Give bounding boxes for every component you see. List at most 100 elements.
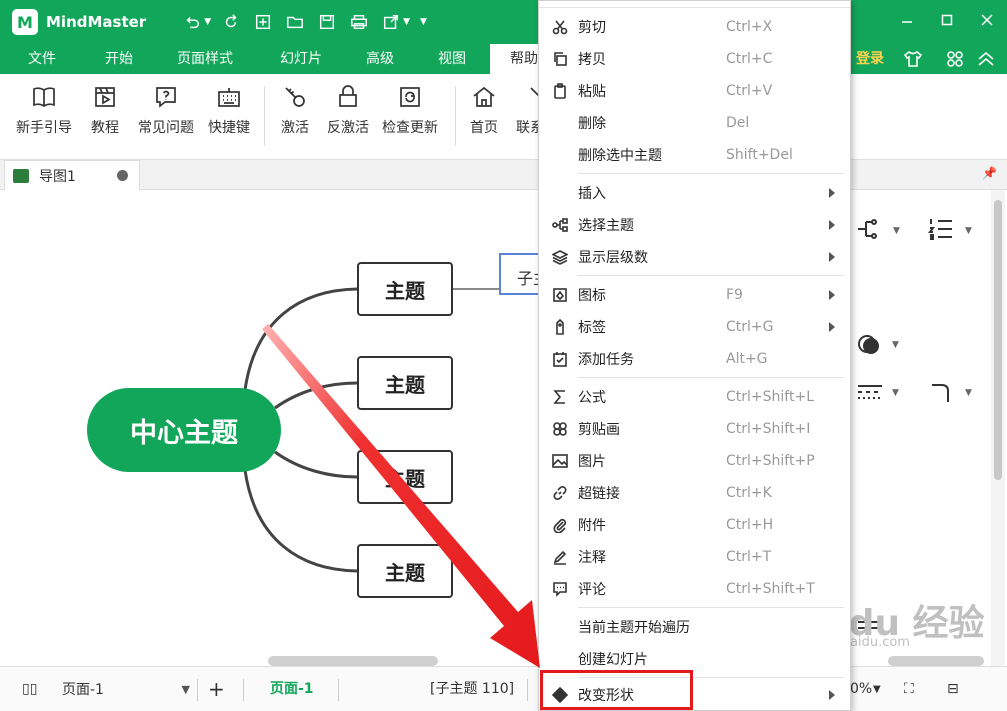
shortcuts-button[interactable]: 快捷键 <box>208 84 250 137</box>
chevron-down-icon[interactable]: ▼ <box>965 388 972 398</box>
main-topic[interactable]: 主题 <box>357 544 453 598</box>
menu-item-delete-selected[interactable]: 删除选中主题 Shift+Del <box>539 139 850 171</box>
ribbon-label: 教程 <box>91 120 119 136</box>
menu-item-traverse[interactable]: 当前主题开始遍历 <box>539 611 850 643</box>
home-button[interactable]: 首页 <box>470 84 498 137</box>
menu-item-clipart[interactable]: 剪贴画 Ctrl+Shift+I <box>539 413 850 445</box>
theme-button[interactable] <box>903 49 923 69</box>
menu-item-hyperlink[interactable]: 超链接 Ctrl+K <box>539 477 850 509</box>
menu-item-show-levels[interactable]: 显示层级数 <box>539 241 850 273</box>
doc-tab[interactable]: 导图1 <box>4 160 140 190</box>
collapse-ribbon-button[interactable] <box>976 49 996 69</box>
sigma-icon <box>553 390 565 404</box>
tab-advanced[interactable]: 高级 <box>366 44 394 74</box>
tab-file[interactable]: 文件 <box>28 44 56 74</box>
customize-toolbar-icon[interactable]: ▼ <box>420 17 427 27</box>
zoom-level[interactable]: 0% <box>850 667 872 711</box>
ribbon: 新手引导 教程 常见问题 快捷键 激活 反激活 检查更新 首页 联系 <box>0 74 1007 160</box>
page-tab-active[interactable]: 页面-1 <box>270 667 314 711</box>
menu-item-copy[interactable]: 拷贝 Ctrl+C <box>539 43 850 75</box>
close-button[interactable] <box>967 0 1007 40</box>
chevron-down-icon[interactable]: ▼ <box>892 388 899 398</box>
shape-fill-button[interactable] <box>857 332 881 360</box>
menu-item-insert[interactable]: 插入 <box>539 177 850 209</box>
chevron-down-icon: ▼ <box>181 683 190 696</box>
print-button[interactable] <box>347 10 371 34</box>
faq-button[interactable]: 常见问题 <box>138 84 194 137</box>
menu-item-image[interactable]: 图片 Ctrl+Shift+P <box>539 445 850 477</box>
horizontal-scrollbar-thumb[interactable] <box>268 656 438 666</box>
scissors-icon <box>552 20 568 35</box>
chevron-down-icon[interactable]: ▼ <box>873 667 881 711</box>
main-topic[interactable]: 主题 <box>357 450 453 504</box>
undo-dropdown-icon[interactable]: ▼ <box>204 17 211 27</box>
numbering-button[interactable] <box>928 216 954 246</box>
menu-item-note[interactable]: 注释 Ctrl+T <box>539 541 850 573</box>
submenu-arrow-icon <box>829 290 835 300</box>
export-icon <box>384 14 399 30</box>
save-button[interactable] <box>315 10 339 34</box>
tutorial-button[interactable]: 教程 <box>91 84 119 137</box>
menu-item-delete[interactable]: 删除 Del <box>539 107 850 139</box>
add-page-button[interactable]: + <box>208 667 225 711</box>
menu-divider <box>539 7 850 8</box>
maximize-button[interactable] <box>927 0 967 40</box>
tab-view[interactable]: 视图 <box>438 44 466 74</box>
deactivate-button[interactable]: 反激活 <box>327 84 369 137</box>
activate-button[interactable]: 激活 <box>281 84 309 137</box>
chevron-down-icon[interactable]: ▼ <box>893 226 900 236</box>
login-link[interactable]: 登录 <box>856 44 884 74</box>
branch-layout-icon <box>858 219 877 239</box>
minimize-icon <box>902 21 912 23</box>
tab-start[interactable]: 开始 <box>105 44 133 74</box>
menu-item-attachment[interactable]: 附件 Ctrl+H <box>539 509 850 541</box>
chevron-down-icon[interactable]: ▼ <box>965 226 972 236</box>
menu-item-tag[interactable]: 标签 Ctrl+G <box>539 311 850 343</box>
check-update-button[interactable]: 检查更新 <box>382 84 438 137</box>
pin-icon[interactable]: 📌 <box>982 166 997 180</box>
main-topic[interactable]: 主题 <box>357 262 453 316</box>
context-menu: 剪切 Ctrl+X 拷贝 Ctrl+C 粘贴 Ctrl+V 删除 Del 删除选… <box>538 0 851 711</box>
menu-item-cut[interactable]: 剪切 Ctrl+X <box>539 11 850 43</box>
page-select[interactable]: 页面-1 ▼ <box>62 677 196 703</box>
apps-button[interactable] <box>945 49 965 69</box>
corner-style-button[interactable] <box>928 380 954 408</box>
menu-item-label: 选择主题 <box>578 218 634 234</box>
export-dropdown-icon[interactable]: ▼ <box>403 17 410 27</box>
menu-item-add-task[interactable]: 添加任务 Alt+G <box>539 343 850 375</box>
scrollbar-thumb[interactable] <box>994 200 1002 480</box>
menu-item-label: 剪贴画 <box>578 422 620 438</box>
line-style-icon <box>858 385 882 399</box>
paste-icon <box>554 83 566 99</box>
numbered-list-icon <box>928 219 952 240</box>
export-button[interactable] <box>379 10 403 34</box>
minimize-button[interactable] <box>887 0 927 40</box>
tab-page-style[interactable]: 页面样式 <box>177 44 233 74</box>
central-topic[interactable]: 中心主题 <box>87 388 281 472</box>
menu-divider <box>578 173 844 174</box>
chevron-down-icon[interactable]: ▼ <box>892 340 899 350</box>
tab-slides[interactable]: 幻灯片 <box>280 44 322 74</box>
menu-item-icon[interactable]: 图标 F9 <box>539 279 850 311</box>
beginner-guide-button[interactable]: 新手引导 <box>16 84 72 137</box>
page-panel-icon[interactable]: ▯▯ <box>22 667 37 711</box>
vertical-scrollbar[interactable] <box>991 190 1005 666</box>
layout-button[interactable] <box>856 218 882 244</box>
new-button[interactable] <box>251 10 275 34</box>
window-controls <box>887 0 1007 40</box>
menu-item-formula[interactable]: 公式 Ctrl+Shift+L <box>539 381 850 413</box>
redo-button[interactable] <box>219 10 243 34</box>
ribbon-divider <box>264 86 265 146</box>
border-style-button[interactable] <box>856 382 884 406</box>
menu-item-shortcut: Ctrl+Shift+L <box>726 389 814 405</box>
menu-item-select-topic[interactable]: 选择主题 <box>539 209 850 241</box>
menu-item-comment[interactable]: 评论 Ctrl+Shift+T <box>539 573 850 605</box>
main-topic[interactable]: 主题 <box>357 356 453 410</box>
open-button[interactable] <box>283 10 307 34</box>
menu-item-paste[interactable]: 粘贴 Ctrl+V <box>539 75 850 107</box>
horizontal-scrollbar-thumb[interactable] <box>888 656 984 666</box>
full-screen-icon[interactable]: ⊟ <box>947 667 959 711</box>
undo-button[interactable] <box>180 10 204 34</box>
fit-screen-icon[interactable]: ⛶ <box>904 667 914 711</box>
menu-item-shortcut: Shift+Del <box>726 147 793 163</box>
